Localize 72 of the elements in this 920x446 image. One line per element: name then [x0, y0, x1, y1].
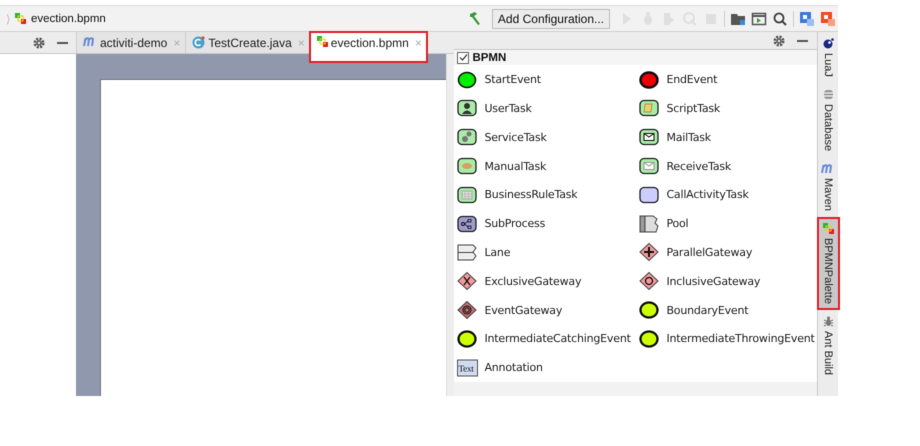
palette-item[interactable]: EndEvent: [636, 65, 818, 94]
event-gateway-icon: [457, 301, 478, 319]
palette-item[interactable]: InclusiveGateway: [636, 266, 818, 296]
palette-item[interactable]: BusinessRuleTask: [454, 180, 636, 210]
minimize-icon[interactable]: [797, 40, 808, 42]
throwing-event-icon: [639, 330, 660, 348]
lane-icon: [457, 243, 478, 262]
lua-icon: [822, 38, 834, 49]
palette-item[interactable]: UserTask: [454, 94, 636, 123]
catching-event-icon: [457, 330, 478, 348]
class-icon: [192, 36, 206, 49]
palette-item[interactable]: MailTask: [636, 122, 818, 152]
editor-tab[interactable]: TestCreate.java ×: [185, 32, 310, 53]
mail-task-icon: [639, 128, 660, 146]
parallel-gateway-icon: [639, 243, 660, 262]
scrollbar[interactable]: [446, 54, 454, 396]
translate-icon[interactable]: [799, 10, 815, 26]
palette-item[interactable]: Text Annotation: [454, 353, 636, 382]
palette-item[interactable]: BoundaryEvent: [636, 296, 818, 324]
palette-item[interactable]: ReceiveTask: [636, 152, 818, 180]
translate-icon[interactable]: [820, 10, 836, 26]
configuration-button[interactable]: Add Configuration...: [492, 8, 610, 28]
exclusive-gateway-icon: [457, 272, 478, 290]
palette-item[interactable]: EventGateway: [454, 296, 636, 324]
palette-item[interactable]: SubProcess: [454, 209, 636, 238]
breadcrumb-separator: ⟩: [6, 12, 11, 26]
start-event-icon: [457, 70, 478, 89]
pool-icon: [639, 214, 660, 233]
annotation-icon: Text: [457, 358, 478, 377]
tool-window-tab[interactable]: Database: [818, 84, 838, 155]
script-task-icon: [639, 99, 660, 118]
group-label: BPMN: [472, 52, 506, 64]
palette-item[interactable]: ScriptTask: [636, 94, 818, 123]
palette-item[interactable]: Lane: [454, 238, 636, 267]
user-task-icon: [457, 99, 478, 118]
search-icon[interactable]: [772, 10, 788, 26]
editor-tab[interactable]: activiti-demo ×: [76, 32, 186, 53]
bpmn-file-icon: [15, 13, 26, 24]
gears-icon: [457, 128, 478, 146]
receive-task-icon: [639, 157, 660, 176]
boundary-event-icon: [639, 301, 660, 319]
palette-item[interactable]: ManualTask: [454, 152, 636, 180]
checkbox[interactable]: [457, 52, 470, 64]
palette-item[interactable]: IntermediateThrowingEvent: [636, 324, 818, 354]
palette-item[interactable]: ParallelGateway: [636, 238, 818, 267]
database-icon: [822, 88, 834, 100]
minimize-icon[interactable]: [57, 42, 68, 44]
inclusive-gateway-icon: [639, 272, 660, 290]
maven-icon: [821, 162, 835, 174]
settings-icon[interactable]: [33, 36, 45, 48]
hand-icon: [457, 157, 478, 176]
settings-icon[interactable]: [773, 34, 786, 47]
palette-item[interactable]: ServiceTask: [454, 122, 636, 152]
tool-window-tab[interactable]: LuaJ: [818, 34, 838, 81]
call-activity-icon: [639, 186, 660, 204]
end-event-icon: [639, 70, 660, 89]
tool-window-tab[interactable]: BPMNPalette: [818, 218, 838, 308]
table-icon: [457, 186, 478, 204]
tool-window-tab[interactable]: Ant Build: [818, 312, 838, 380]
bpmn-file-icon: [316, 36, 328, 47]
subprocess-icon: [457, 214, 478, 233]
palette-item[interactable]: IntermediateCatchingEvent: [454, 324, 636, 354]
palette-item[interactable]: Pool: [636, 209, 818, 238]
palette-item[interactable]: ExclusiveGateway: [454, 266, 636, 296]
editor-tab[interactable]: evection.bpmn ×: [310, 32, 427, 62]
palette-item[interactable]: StartEvent: [454, 65, 636, 94]
window-icon[interactable]: [751, 10, 767, 26]
breadcrumb-file[interactable]: evection.bpmn: [31, 12, 106, 24]
bpmn-file-icon: [822, 222, 834, 234]
bug-icon: [822, 316, 834, 328]
tool-window-tab[interactable]: Maven: [818, 158, 838, 215]
palette-item[interactable]: CallActivityTask: [636, 180, 818, 210]
